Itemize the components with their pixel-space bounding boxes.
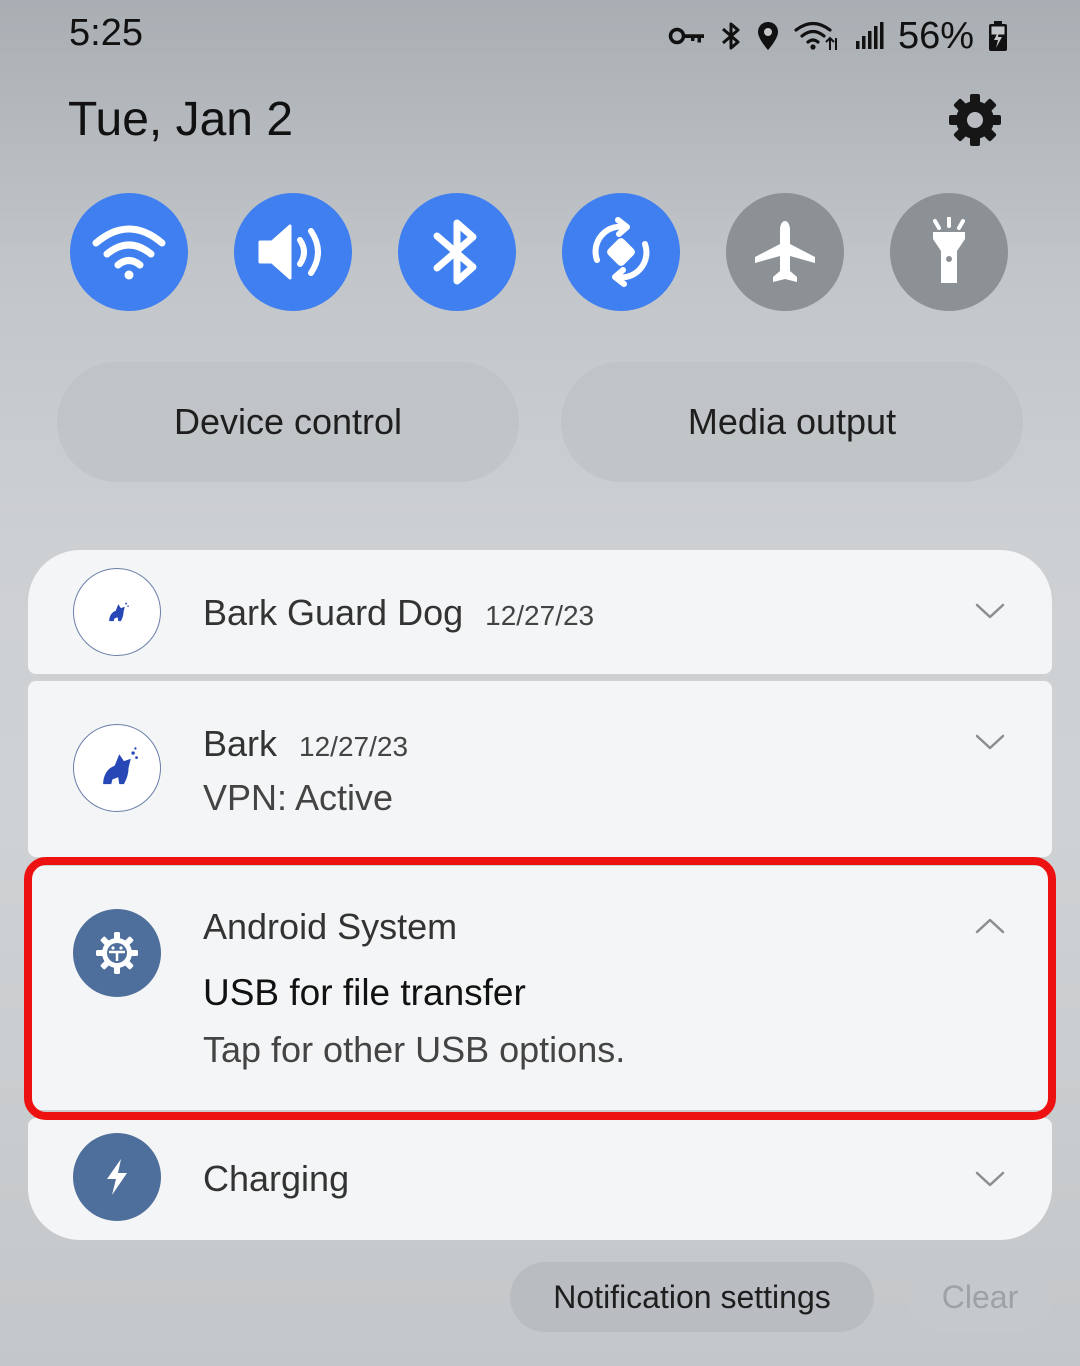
charging-app-icon	[73, 1133, 161, 1221]
status-icons: 56%	[668, 14, 1008, 58]
app-name-text: Bark	[203, 723, 278, 764]
chevron-up-icon[interactable]	[975, 917, 1005, 935]
bluetooth-icon	[721, 22, 740, 50]
quick-settings-tiles	[70, 193, 1008, 311]
notification-bark[interactable]: Bark 12/27/23 VPN: Active	[28, 681, 1052, 857]
volume-icon	[258, 224, 321, 280]
clear-button[interactable]: Clear	[907, 1262, 1053, 1332]
wifi-icon	[92, 225, 166, 280]
gear-icon[interactable]	[947, 92, 1003, 148]
notification-app-name: Charging	[203, 1158, 350, 1199]
bark-app-icon	[73, 724, 161, 812]
notification-bark-guard-dog[interactable]: Bark Guard Dog 12/27/23	[28, 550, 1052, 674]
bluetooth-tile[interactable]	[398, 193, 516, 311]
airplane-icon	[755, 221, 815, 282]
chevron-down-icon[interactable]	[975, 733, 1005, 751]
notification-title: USB for file transfer	[203, 972, 526, 1013]
device-control-button[interactable]: Device control	[57, 362, 519, 482]
signal-icon	[855, 22, 884, 49]
battery-charging-icon	[989, 21, 1007, 51]
media-output-button[interactable]: Media output	[561, 362, 1023, 482]
status-time: 5:25	[69, 12, 143, 54]
date-label: Tue, Jan 2	[68, 93, 294, 146]
notification-settings-button[interactable]: Notification settings	[510, 1262, 874, 1332]
dog-icon	[109, 602, 129, 622]
notification-android-system[interactable]: Android System USB for file transfer Tap…	[28, 866, 1052, 1110]
notification-app-name: Bark 12/27/23	[203, 723, 408, 765]
bluetooth-icon	[433, 219, 477, 285]
bark-guard-dog-app-icon	[73, 568, 161, 656]
notification-timestamp: 12/27/23	[299, 731, 409, 762]
auto-rotate-tile[interactable]	[562, 193, 680, 311]
chevron-down-icon[interactable]	[975, 602, 1005, 620]
wifi-tile[interactable]	[70, 193, 188, 311]
flashlight-icon	[933, 217, 965, 283]
wifi-icon	[794, 21, 837, 50]
flashlight-tile[interactable]	[890, 193, 1008, 311]
android-system-icon	[96, 932, 138, 974]
rotate-icon	[592, 217, 650, 287]
android-system-app-icon	[73, 909, 161, 997]
notification-app-name: Android System	[203, 906, 458, 947]
notification-charging[interactable]: Charging	[28, 1118, 1052, 1240]
notification-text: Tap for other USB options.	[203, 1029, 626, 1070]
vpn-key-icon	[668, 27, 704, 45]
notification-timestamp: 12/27/23	[485, 600, 595, 631]
notification-app-name: Bark Guard Dog 12/27/23	[203, 592, 594, 634]
notification-text: VPN: Active	[203, 777, 394, 818]
chevron-down-icon[interactable]	[975, 1170, 1005, 1188]
sound-tile[interactable]	[234, 193, 352, 311]
location-icon	[757, 22, 778, 50]
lightning-icon	[107, 1159, 127, 1195]
battery-percent: 56%	[897, 14, 974, 57]
airplane-mode-tile[interactable]	[726, 193, 844, 311]
app-name-text: Bark Guard Dog	[203, 592, 464, 633]
dog-icon	[103, 747, 138, 785]
